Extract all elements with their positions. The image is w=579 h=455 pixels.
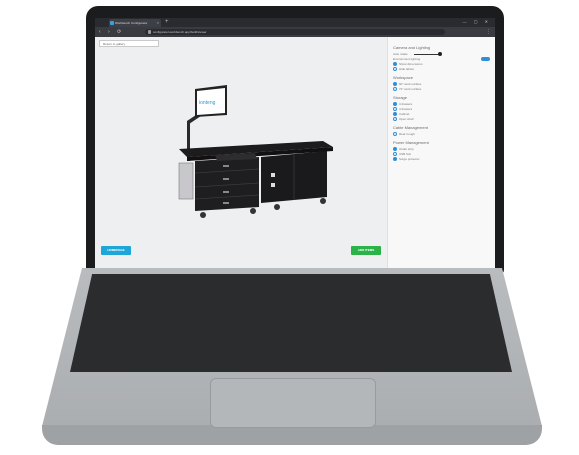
panel-section-title: Power Management [393,140,429,145]
rotation-slider[interactable] [413,51,442,56]
cpu-holder [178,162,194,200]
option-label: 72" work surface [399,87,422,91]
option-row[interactable]: 4 drawers [393,107,490,111]
radio-button[interactable] [393,157,397,161]
laptop-screen: Workbench Configurator × + — ▢ ✕ ‹ › ⟳ c… [95,18,495,268]
radio-button[interactable] [393,62,397,66]
option-label: Open shelf [399,117,414,121]
option-label: Hide labels [399,67,414,71]
option-label: USB hub [399,152,412,156]
option-label: Environment lighting [393,57,421,61]
radio-button[interactable] [393,82,397,86]
add-items-button[interactable]: ADD ITEMS [351,246,381,255]
close-tab-icon[interactable]: × [157,19,159,27]
panel-section-title: Storage [393,95,408,100]
caster [250,208,256,214]
option-row[interactable]: 3 drawers [393,102,490,106]
option-label: Auto rotate [393,52,408,56]
radio-button[interactable] [393,67,397,71]
radio-button[interactable] [393,112,397,116]
option-row[interactable]: Show dimensions [393,62,490,66]
option-row[interactable]: Open shelf [393,117,490,121]
caster [274,204,280,210]
window-controls[interactable]: — ▢ ✕ [463,18,491,26]
caster [200,212,206,218]
option-label: Surge protector [399,157,420,161]
option-row[interactable]: 72" work surface [393,87,490,91]
laptop-base-front [42,425,542,445]
slider-knob[interactable] [437,51,442,56]
option-label: Cabinet [399,112,410,116]
option-row[interactable]: Rear trough [393,132,490,136]
browser-tab-bar: Workbench Configurator × + — ▢ ✕ [95,18,495,27]
panel-section-title: Camera and Lighting [393,45,431,50]
tab-title: Workbench Configurator [115,21,148,25]
drawer-handle [223,165,229,167]
trackpad[interactable] [210,378,376,428]
option-row[interactable]: USB hub [393,152,490,156]
nav-buttons[interactable]: ‹ › ⟳ [99,27,124,37]
option-row[interactable]: Surge protector [393,157,490,161]
radio-button[interactable] [393,107,397,111]
toggle-switch[interactable] [481,57,490,61]
option-label: Show dimensions [399,62,423,66]
option-label: 4 drawers [399,107,413,111]
caster [320,198,326,204]
workbench-render: ionteng [178,85,333,218]
radio-button[interactable] [393,87,397,91]
url-field[interactable]: configurator.workbench.app/build/viewer [145,29,445,35]
panel-section-title: Cable Management [393,125,428,130]
option-label: Outlet strip [399,147,414,151]
homepage-button[interactable]: HOMEPAGE [101,246,131,255]
browser-menu-icon[interactable]: ⋮ [486,27,491,37]
radio-button[interactable] [393,152,397,156]
radio-button[interactable] [393,102,397,106]
keyboard [70,274,512,372]
radio-button[interactable] [393,147,397,151]
radio-button[interactable] [393,132,397,136]
option-label: Rear trough [399,132,415,136]
option-row[interactable]: Hide labels [393,67,490,71]
outlet [271,183,275,187]
drawer-handle [223,202,229,204]
monitor-logo: ionteng [199,100,216,106]
panel-section-title: Workspace [393,75,413,80]
radio-button[interactable] [393,117,397,121]
option-row[interactable]: Outlet strip [393,147,490,151]
lock-icon [148,30,151,34]
option-label: 3 drawers [399,102,413,106]
3d-viewport[interactable]: Return to gallery ionteng HOMEPAGE ADD I… [95,37,387,268]
outlet [271,173,275,177]
option-row[interactable]: Auto rotate [393,51,490,56]
address-bar: ‹ › ⟳ configurator.workbench.app/build/v… [95,27,495,37]
option-label: 60" work surface [399,82,422,86]
browser-tab[interactable]: Workbench Configurator × [109,19,161,27]
new-tab-button[interactable]: + [165,18,169,26]
option-row[interactable]: 60" work surface [393,82,490,86]
favicon-icon [110,21,114,25]
drawer-handle [223,191,229,193]
options-panel: Camera and Lighting Auto rotate Environmen… [387,37,495,268]
drawer-handle [223,178,229,180]
option-row[interactable]: Environment lighting [393,57,490,61]
option-row[interactable]: Cabinet [393,112,490,116]
